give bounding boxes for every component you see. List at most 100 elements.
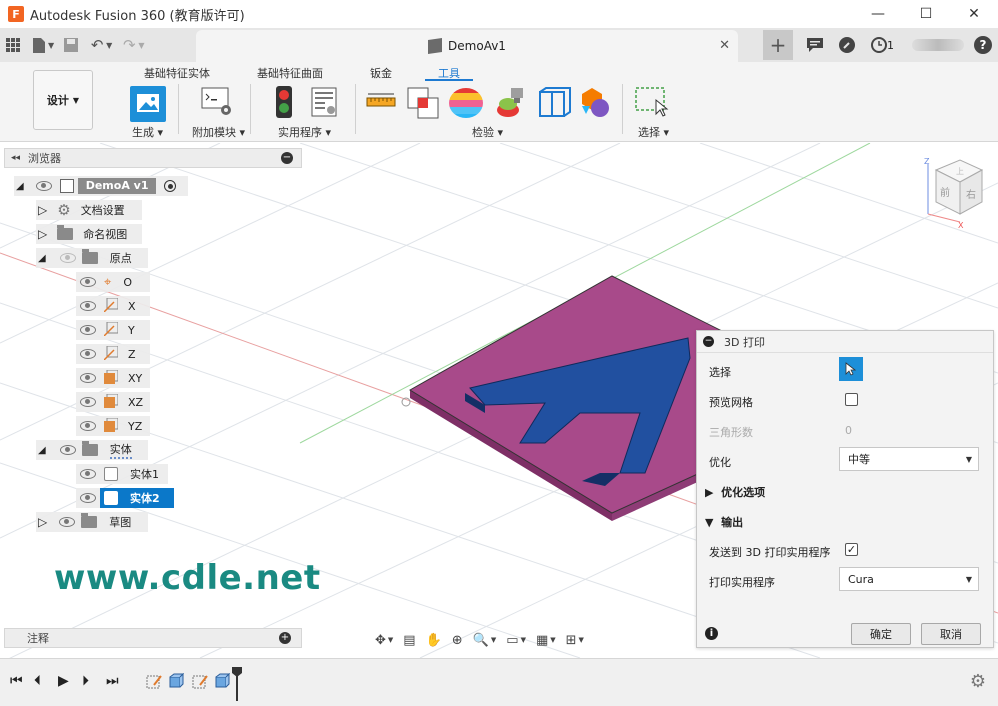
- step-back-icon[interactable]: ⏴: [34, 673, 41, 689]
- section-analysis-icon[interactable]: [536, 86, 572, 120]
- timeline-sketch-icon[interactable]: [146, 673, 162, 689]
- display-settings-icon[interactable]: ▭ ▼: [501, 628, 531, 652]
- add-comment-button[interactable]: +: [279, 632, 291, 644]
- refinement-select[interactable]: 中等 ▼: [839, 447, 979, 471]
- visibility-eye-icon[interactable]: [80, 277, 96, 287]
- view-cube[interactable]: 前 右 上 Z X: [918, 156, 990, 230]
- draft-analysis-icon[interactable]: [494, 86, 530, 120]
- tab-surface[interactable]: 基础特征曲面: [257, 65, 323, 81]
- browser-panel-header[interactable]: ◂◂ 浏览器 −: [4, 148, 302, 168]
- help-icon[interactable]: ?: [974, 36, 992, 54]
- info-icon[interactable]: i: [705, 627, 718, 640]
- tree-item-yz-plane[interactable]: YZ: [76, 416, 150, 436]
- window-select-icon[interactable]: [634, 86, 670, 120]
- tab-solid[interactable]: 基础特征实体: [144, 65, 210, 81]
- chat-icon[interactable]: [799, 28, 831, 62]
- tree-item-bodies[interactable]: ◢ 实体: [36, 440, 148, 460]
- play-icon[interactable]: ▶: [58, 673, 69, 689]
- tree-item-body1[interactable]: 实体1: [76, 464, 168, 484]
- document-tab[interactable]: DemoAv1 ✕: [196, 30, 738, 62]
- step-forward-icon[interactable]: ⏵: [82, 673, 89, 689]
- expand-triangle-icon[interactable]: ▷: [38, 515, 47, 529]
- visibility-eye-icon[interactable]: [80, 397, 96, 407]
- cancel-button[interactable]: 取消: [921, 623, 981, 645]
- visibility-eye-icon[interactable]: [80, 421, 96, 431]
- collapse-browser-icon[interactable]: ◂◂: [11, 153, 20, 163]
- tree-item-xz-plane[interactable]: XZ: [76, 392, 150, 412]
- viewports-icon[interactable]: ⊞ ▼: [561, 628, 589, 652]
- tree-item-named-views[interactable]: ▷ 命名视图: [36, 224, 142, 244]
- dialog-collapse-button[interactable]: −: [703, 336, 714, 347]
- document-tab-close-button[interactable]: ✕: [719, 38, 730, 53]
- activate-radio-icon[interactable]: [164, 180, 177, 192]
- timeline-extrude-icon[interactable]: [168, 672, 185, 689]
- grid-menu-icon[interactable]: [0, 32, 26, 58]
- undo-caret-icon[interactable]: ▼: [106, 41, 112, 50]
- orbit-icon[interactable]: ✥ ▼: [370, 628, 398, 652]
- timeline-extrude-icon[interactable]: [214, 672, 231, 689]
- timeline-marker[interactable]: [232, 667, 242, 701]
- measure-icon[interactable]: [366, 86, 402, 120]
- root-component-label[interactable]: DemoA v1: [77, 178, 157, 194]
- traffic-light-icon[interactable]: [270, 86, 306, 120]
- ok-button[interactable]: 确定: [851, 623, 911, 645]
- parameters-icon[interactable]: [310, 86, 346, 120]
- selected-body-highlight[interactable]: 实体2: [100, 488, 174, 508]
- minimize-button[interactable]: —: [854, 0, 902, 28]
- file-caret-icon[interactable]: ▼: [48, 41, 54, 50]
- collapse-triangle-icon[interactable]: ◢: [38, 445, 46, 456]
- tree-item-x-axis[interactable]: X: [76, 296, 150, 316]
- grid-settings-icon[interactable]: ▦ ▼: [531, 628, 561, 652]
- scripts-addins-icon[interactable]: [200, 86, 236, 120]
- pan-icon[interactable]: ✋: [421, 628, 447, 652]
- tree-item-origin-point[interactable]: ⌖ O: [76, 272, 150, 292]
- inspect-group-label[interactable]: 检验 ▾: [472, 124, 503, 140]
- select-group-label[interactable]: 选择 ▾: [638, 124, 669, 140]
- zoom-icon[interactable]: ⊕: [447, 628, 468, 652]
- collapse-triangle-icon[interactable]: ◢: [16, 181, 24, 192]
- select-body-button[interactable]: [839, 357, 863, 381]
- visibility-eye-icon[interactable]: [80, 349, 96, 359]
- tree-root-row[interactable]: ◢ DemoA v1: [14, 176, 188, 196]
- visibility-eye-icon[interactable]: [80, 325, 96, 335]
- send-to-utility-checkbox[interactable]: ✓: [845, 543, 858, 556]
- visibility-eye-icon[interactable]: [35, 181, 52, 191]
- go-to-start-icon[interactable]: ⏮: [10, 673, 23, 689]
- component-color-cycle-icon[interactable]: [578, 86, 614, 120]
- dialog-header[interactable]: − 3D 打印: [697, 331, 993, 353]
- browser-minimize-button[interactable]: −: [281, 152, 293, 164]
- print-utility-select[interactable]: Cura ▼: [839, 567, 979, 591]
- close-window-button[interactable]: ✕: [950, 0, 998, 28]
- refinement-options-section[interactable]: ▶ 优化选项: [705, 484, 765, 500]
- redo-caret-icon[interactable]: ▼: [138, 41, 144, 50]
- interference-icon[interactable]: [406, 86, 442, 120]
- visibility-eye-icon[interactable]: [59, 445, 76, 455]
- tab-sheet-metal[interactable]: 钣金: [370, 65, 392, 81]
- workspace-switcher[interactable]: 设计 ▼: [33, 70, 93, 130]
- comments-panel-header[interactable]: 注释 +: [4, 628, 302, 648]
- tree-item-y-axis[interactable]: Y: [76, 320, 150, 340]
- visibility-eye-icon[interactable]: [80, 469, 96, 479]
- tree-item-xy-plane[interactable]: XY: [76, 368, 150, 388]
- tree-item-body2[interactable]: 实体2: [76, 488, 174, 508]
- visibility-eye-icon[interactable]: [80, 373, 96, 383]
- zebra-analysis-icon[interactable]: [448, 86, 484, 120]
- preview-mesh-checkbox[interactable]: [845, 393, 858, 406]
- go-to-end-icon[interactable]: ⏭: [106, 673, 119, 689]
- visibility-eye-icon[interactable]: [59, 253, 76, 263]
- timeline-settings-gear-icon[interactable]: ⚙: [970, 671, 986, 692]
- utilities-group-label[interactable]: 实用程序 ▾: [278, 124, 331, 140]
- collapse-triangle-icon[interactable]: ◢: [38, 253, 46, 264]
- tree-item-origin[interactable]: ◢ 原点: [36, 248, 148, 268]
- save-icon[interactable]: [58, 32, 84, 58]
- 3d-print-icon[interactable]: [130, 86, 166, 122]
- new-tab-button[interactable]: +: [763, 30, 793, 60]
- expand-triangle-icon[interactable]: ▷: [38, 203, 47, 217]
- output-section[interactable]: ▼ 输出: [705, 514, 743, 530]
- look-at-icon[interactable]: ▤: [398, 628, 420, 652]
- make-group-label[interactable]: 生成 ▾: [132, 124, 163, 140]
- expand-triangle-icon[interactable]: ▷: [38, 227, 47, 241]
- addins-group-label[interactable]: 附加模块 ▾: [192, 124, 245, 140]
- user-account-avatar[interactable]: [912, 39, 964, 51]
- maximize-button[interactable]: ☐: [902, 0, 950, 28]
